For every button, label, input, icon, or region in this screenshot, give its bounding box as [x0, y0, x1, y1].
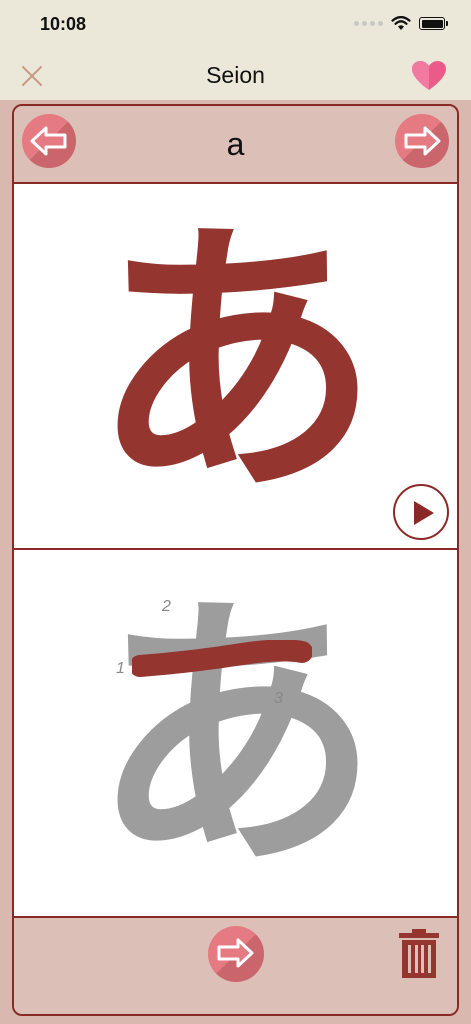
user-stroke: [132, 640, 312, 677]
arrow-right-icon: [217, 938, 254, 968]
signal-icon: [354, 21, 383, 26]
status-icons: [354, 16, 448, 31]
character-header: a: [14, 106, 457, 184]
character-display-card: あ: [14, 184, 457, 550]
delete-button[interactable]: [397, 928, 441, 980]
favorite-button[interactable]: [411, 60, 447, 92]
next-button[interactable]: [395, 114, 449, 168]
nav-bar: Seion: [0, 50, 471, 100]
next-character-button[interactable]: [208, 926, 264, 982]
lesson-panel: a あ あ 1 2 3: [12, 104, 459, 1016]
play-button[interactable]: [393, 484, 449, 540]
stroke-number: 2: [162, 598, 171, 615]
battery-icon: [419, 17, 448, 30]
page-title: Seion: [206, 62, 265, 88]
arrow-right-icon: [404, 126, 441, 156]
romaji-label: a: [226, 126, 245, 162]
writing-practice-canvas[interactable]: あ 1 2 3: [14, 550, 457, 918]
kana-character: あ: [90, 192, 381, 532]
play-icon: [414, 501, 434, 525]
wifi-icon: [391, 16, 411, 30]
stroke-number: 3: [274, 690, 283, 707]
stroke-number: 1: [116, 660, 125, 677]
status-time: 10:08: [40, 14, 87, 34]
action-bar: [14, 918, 457, 1014]
heart-icon: [412, 61, 446, 90]
status-bar: 10:08: [0, 0, 471, 50]
trash-icon: [399, 929, 439, 978]
kana-trace-guide: あ: [90, 566, 381, 906]
